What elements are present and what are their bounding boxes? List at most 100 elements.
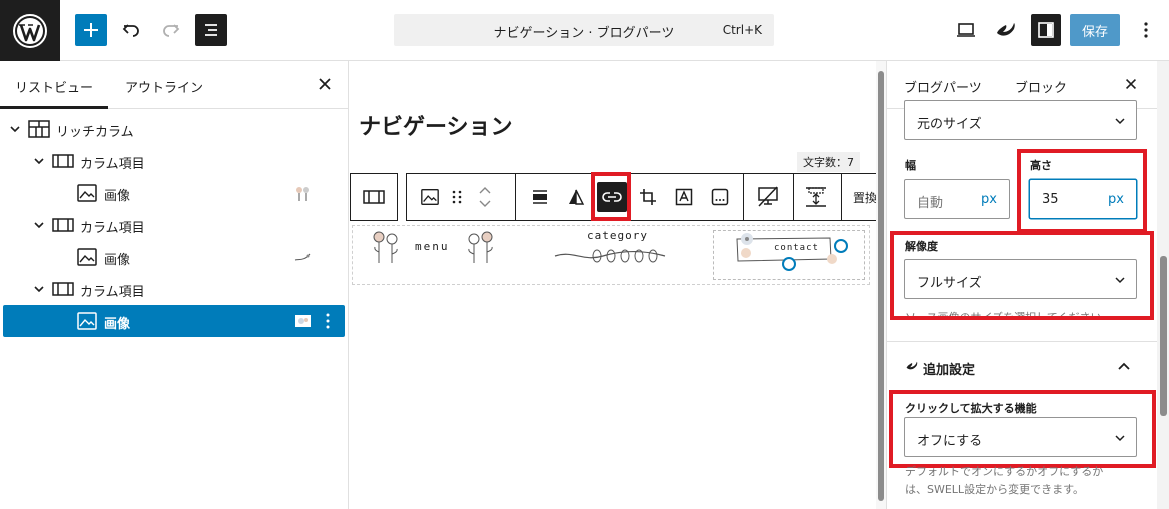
editor-canvas: ナビゲーション 文字数：7 置換 menu category contact xyxy=(350,61,876,509)
replace-button[interactable]: 置換 xyxy=(853,189,876,206)
image-icon xyxy=(77,184,97,202)
width-input[interactable]: 自動 px xyxy=(904,179,1010,219)
add-block-button[interactable] xyxy=(75,14,107,46)
extra-settings-panel-header[interactable]: 追加設定 xyxy=(887,342,1157,392)
toolbar-divider xyxy=(793,174,794,220)
swell-icon xyxy=(906,361,918,370)
document-overview-button[interactable] xyxy=(195,14,227,46)
extra-settings-title: 追加設定 xyxy=(923,363,976,378)
list-item-image[interactable]: 画像 xyxy=(0,178,349,208)
flower-icon xyxy=(741,248,751,258)
command-shortcut: Ctrl+K xyxy=(722,23,762,37)
column-icon xyxy=(52,282,74,296)
sidebar-scrollbar-thumb[interactable] xyxy=(1160,256,1167,416)
chevron-down-icon[interactable] xyxy=(8,122,22,136)
document-overview-icon xyxy=(205,24,217,36)
flower-icon xyxy=(468,231,493,263)
column-icon xyxy=(52,154,74,168)
image-icon xyxy=(77,248,97,266)
list-item-label: カラム項目 xyxy=(80,157,145,172)
tab-outline[interactable]: アウトライン xyxy=(125,77,203,96)
list-item-image-selected[interactable]: 画像 xyxy=(3,305,345,337)
vertical-spacing-icon xyxy=(806,187,826,207)
lightbox-help-line-1: デフォルトでオンにするかオフにするか xyxy=(905,465,1104,478)
image-thumbnail-icon xyxy=(296,187,309,201)
word-count-badge: 文字数：7 xyxy=(797,152,860,172)
more-options-button[interactable] xyxy=(1130,14,1162,46)
crop-icon xyxy=(640,189,656,205)
redo-icon xyxy=(163,24,180,37)
contact-image-selected[interactable]: contact xyxy=(713,230,865,280)
swell-settings-button[interactable] xyxy=(990,14,1022,46)
spacing-button[interactable] xyxy=(801,182,831,212)
canvas-scrollbar-thumb[interactable] xyxy=(878,71,884,501)
command-palette-bar[interactable]: ナビゲーション · ブログパーツ Ctrl+K xyxy=(394,14,774,46)
redo-button[interactable] xyxy=(155,14,187,46)
settings-button[interactable] xyxy=(1031,14,1061,46)
move-up-down-buttons[interactable] xyxy=(475,182,495,212)
tabs-overlay xyxy=(887,61,1157,110)
resize-handle-bottom[interactable] xyxy=(782,257,796,271)
undo-button[interactable] xyxy=(115,14,147,46)
list-item-column[interactable]: カラム項目 xyxy=(0,146,349,176)
flower-icon xyxy=(373,231,398,263)
settings-icon xyxy=(1038,22,1054,38)
height-field-highlight xyxy=(1017,149,1147,233)
chevron-down-icon[interactable] xyxy=(32,282,46,296)
block-type-button[interactable] xyxy=(415,182,445,212)
width-label: 幅 xyxy=(905,159,916,172)
alt-text-button[interactable] xyxy=(705,182,735,212)
image-thumbnail-icon xyxy=(294,253,311,261)
canvas-scrollbar[interactable] xyxy=(876,61,886,509)
text-overlay-button[interactable] xyxy=(669,182,699,212)
width-placeholder: 自動 xyxy=(917,196,944,211)
tab-list-view[interactable]: リストビュー xyxy=(15,77,93,96)
ellipsis-box-icon xyxy=(711,188,729,206)
drag-handle[interactable] xyxy=(447,182,467,212)
flower-icon xyxy=(827,254,837,264)
duotone-button[interactable] xyxy=(561,182,591,212)
category-image[interactable]: category xyxy=(553,226,673,284)
vine-icon xyxy=(554,249,666,263)
preview-button[interactable] xyxy=(950,14,982,46)
width-unit[interactable]: px xyxy=(981,192,997,207)
device-visibility-button[interactable] xyxy=(753,182,783,212)
resize-handle-right[interactable] xyxy=(834,239,848,253)
image-size-value: 元のサイズ xyxy=(917,117,982,132)
toolbar-divider xyxy=(743,174,744,220)
desktop-preview-icon xyxy=(957,23,975,37)
column-icon xyxy=(52,218,74,232)
list-item-column[interactable]: カラム項目 xyxy=(0,274,349,304)
crop-button[interactable] xyxy=(633,182,663,212)
close-icon[interactable] xyxy=(316,75,334,93)
align-button[interactable] xyxy=(525,182,555,212)
wordpress-logo[interactable] xyxy=(0,0,60,61)
list-item-label: カラム項目 xyxy=(80,221,145,236)
chevron-up-icon[interactable] xyxy=(1117,360,1131,372)
chevron-down-icon xyxy=(1115,118,1125,125)
text-overlay-icon xyxy=(675,188,693,206)
menu-image[interactable]: menu xyxy=(363,226,493,284)
align-icon xyxy=(533,190,547,204)
active-tab-indicator xyxy=(0,106,108,109)
image-icon xyxy=(421,189,439,205)
chevron-down-icon[interactable] xyxy=(32,218,46,232)
block-toolbar: 置換 xyxy=(406,173,876,221)
plus-icon xyxy=(84,23,98,37)
save-button[interactable]: 保存 xyxy=(1070,14,1120,46)
chevron-down-icon[interactable] xyxy=(32,154,46,168)
drag-handle-icon xyxy=(452,190,462,204)
undo-icon xyxy=(122,24,139,37)
list-item-image[interactable]: 画像 xyxy=(0,242,349,272)
page-heading[interactable]: ナビゲーション xyxy=(359,109,513,141)
image-icon xyxy=(77,312,97,330)
list-item-column[interactable]: カラム項目 xyxy=(0,210,349,240)
rich-columns-block[interactable]: menu category contact xyxy=(352,225,870,285)
list-item-rich-columns[interactable]: リッチカラム xyxy=(0,114,349,144)
list-item-label: 画像 xyxy=(104,189,131,204)
category-label: category xyxy=(587,229,648,242)
select-parent-button[interactable] xyxy=(359,182,389,212)
block-options-icon[interactable] xyxy=(325,313,331,329)
sidebar-scrollbar[interactable] xyxy=(1157,61,1169,509)
list-view-tabs: リストビュー アウトライン xyxy=(0,61,349,109)
